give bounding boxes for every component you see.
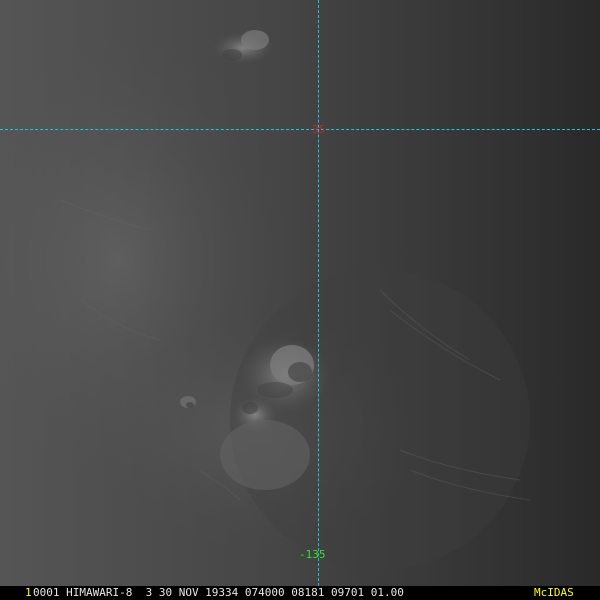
status-bar: 1 0001 HIMAWARI-8 3 30 NOV 19334 074000 … xyxy=(0,586,600,600)
mcidas-brand: McIDAS xyxy=(534,586,574,599)
frame-number: 1 xyxy=(25,586,32,599)
longitude-label: -135 xyxy=(299,548,326,561)
latitude-label: 35 xyxy=(312,123,326,136)
image-info-text: 0001 HIMAWARI-8 3 30 NOV 19334 074000 08… xyxy=(33,586,404,599)
longitude-grid-line xyxy=(318,0,319,586)
latitude-grid-line xyxy=(0,129,600,130)
satellite-imagery xyxy=(0,0,600,586)
satellite-image-frame: 35 -135 1 0001 HIMAWARI-8 3 30 NOV 19334… xyxy=(0,0,600,600)
